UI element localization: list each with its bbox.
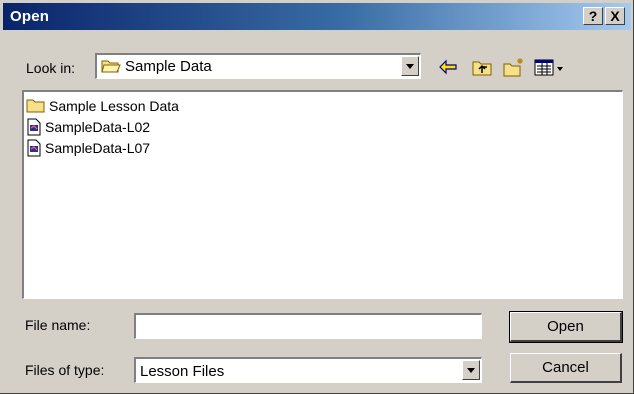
file-name-input[interactable]	[134, 313, 482, 339]
lesson-file-icon	[27, 139, 41, 157]
list-item[interactable]: SampleData-L07	[26, 138, 150, 158]
up-folder-icon[interactable]	[471, 56, 493, 78]
new-folder-icon[interactable]	[503, 56, 525, 78]
back-arrow-icon[interactable]	[437, 56, 459, 78]
chevron-down-icon	[467, 367, 475, 373]
list-item[interactable]: Sample Lesson Data	[26, 96, 179, 116]
help-button[interactable]: ?	[583, 7, 603, 25]
list-item[interactable]: SampleData-L02	[26, 117, 150, 137]
open-dialog: Open ? X Look in: Sample Data Sample Les…	[0, 0, 634, 394]
cancel-button[interactable]: Cancel	[510, 353, 622, 383]
window-title: Open	[10, 8, 50, 25]
file-list[interactable]: Sample Lesson Data SampleData-L02 Sample…	[22, 90, 623, 299]
file-name-label: File name:	[25, 317, 91, 333]
open-button[interactable]: Open	[509, 311, 623, 343]
lesson-file-icon	[27, 118, 41, 136]
look-in-value: Sample Data	[125, 58, 212, 75]
chevron-down-icon	[406, 63, 414, 69]
folder-icon	[26, 99, 45, 113]
file-name-label: Sample Lesson Data	[49, 98, 179, 114]
view-menu-icon[interactable]	[533, 56, 565, 78]
file-name-label: SampleData-L07	[45, 140, 151, 156]
files-of-type-value: Lesson Files	[140, 363, 225, 380]
files-of-type-dropdown[interactable]: Lesson Files	[134, 357, 482, 383]
files-of-type-label: Files of type:	[25, 362, 105, 378]
look-in-label: Look in:	[26, 60, 76, 76]
files-of-type-dropdown-button[interactable]	[462, 360, 480, 380]
file-name-label: SampleData-L02	[45, 119, 151, 135]
close-button[interactable]: X	[605, 7, 625, 25]
look-in-dropdown[interactable]: Sample Data	[95, 53, 421, 79]
title-bar[interactable]: Open ? X	[3, 3, 631, 30]
folder-open-icon	[101, 60, 121, 73]
look-in-dropdown-button[interactable]	[401, 56, 419, 76]
